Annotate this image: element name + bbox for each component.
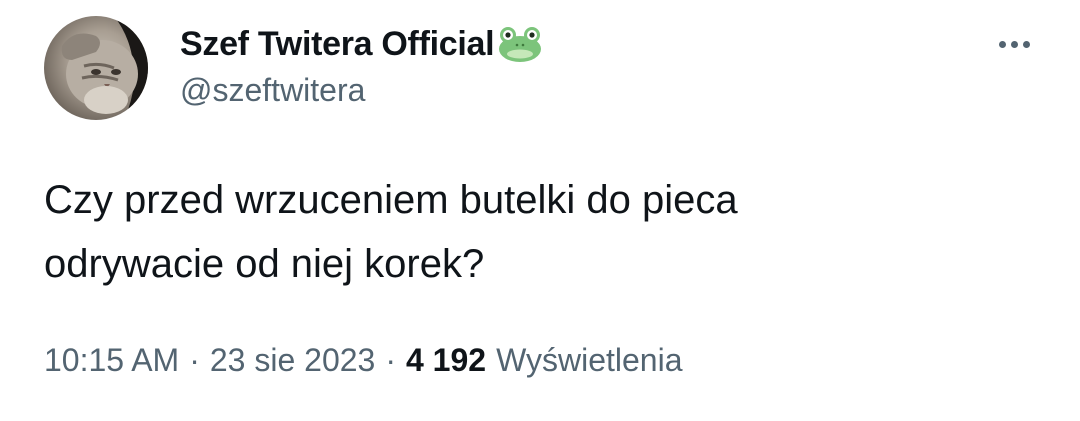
views-count: 4 192 [405, 341, 487, 378]
tweet-text: Czy przed wrzuceniem butelki do pieca od… [44, 178, 738, 286]
tweet: Szef Twitera Official @szeftwitera Czy p… [0, 0, 1080, 421]
more-options-button[interactable] [988, 24, 1040, 64]
more-dot [1022, 40, 1030, 48]
author-handle[interactable]: @szeftwitera [180, 72, 365, 109]
tweet-date[interactable]: 23 sie 2023 [210, 342, 375, 379]
meta-separator: · [189, 341, 200, 378]
author-display-name[interactable]: Szef Twitera Official [180, 25, 495, 64]
more-dot [1010, 40, 1018, 48]
cat-avatar-icon [61, 16, 148, 120]
views-label: Wyświetlenia [496, 341, 683, 378]
tweet-meta: 10:15 AM · 23 sie 2023 · 4 192 Wyświetle… [44, 336, 683, 384]
tweet-time[interactable]: 10:15 AM [44, 342, 179, 379]
more-horizontal-icon [998, 40, 1006, 48]
avatar[interactable] [44, 16, 148, 120]
meta-separator: · [385, 341, 396, 378]
frog-emoji-icon [496, 24, 544, 64]
author-name-row: Szef Twitera Official [180, 20, 544, 68]
